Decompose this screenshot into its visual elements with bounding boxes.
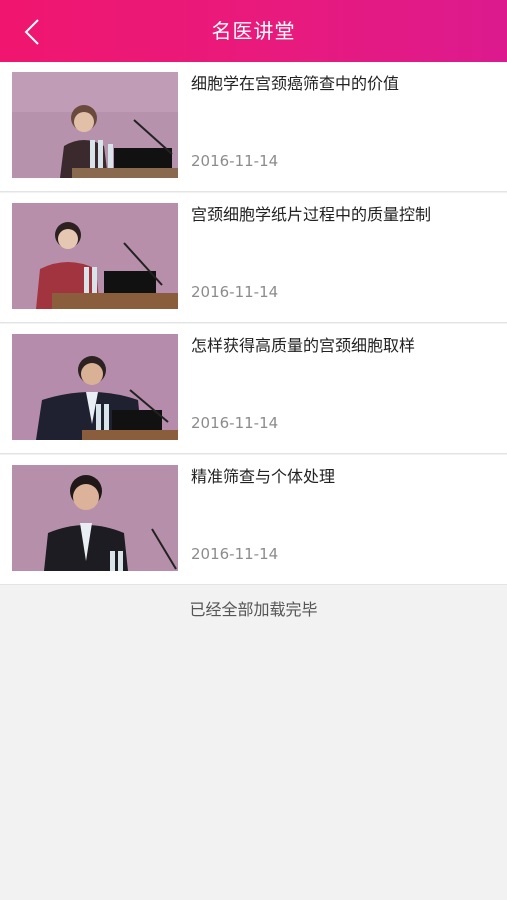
- lecture-item[interactable]: 精准筛查与个体处理 2016-11-14: [0, 455, 507, 585]
- lecture-title: 精准筛查与个体处理: [191, 467, 336, 486]
- lecture-date: 2016-11-14: [191, 545, 279, 563]
- lecture-thumbnail: [12, 465, 178, 571]
- lecture-title: 宫颈细胞学纸片过程中的质量控制: [191, 205, 432, 224]
- lecture-date: 2016-11-14: [191, 152, 279, 170]
- top-nav-bar: 名医讲堂: [0, 0, 507, 62]
- lecture-item[interactable]: 宫颈细胞学纸片过程中的质量控制 2016-11-14: [0, 193, 507, 323]
- lecture-title: 细胞学在宫颈癌筛查中的价值: [191, 74, 400, 93]
- lecture-date: 2016-11-14: [191, 283, 279, 301]
- page-title: 名医讲堂: [211, 19, 296, 43]
- lecture-list: 细胞学在宫颈癌筛查中的价值 2016-11-14 宫颈细胞学纸片过程中的质量控制…: [0, 62, 507, 585]
- lecture-date: 2016-11-14: [191, 414, 279, 432]
- lecture-item[interactable]: 细胞学在宫颈癌筛查中的价值 2016-11-14: [0, 62, 507, 192]
- lecture-title: 怎样获得高质量的宫颈细胞取样: [191, 336, 416, 355]
- lecture-thumbnail: [12, 334, 178, 440]
- lecture-thumbnail: [12, 203, 178, 309]
- load-complete-text: 已经全部加载完毕: [189, 600, 318, 619]
- lecture-thumbnail: [12, 72, 178, 178]
- lecture-item[interactable]: 怎样获得高质量的宫颈细胞取样 2016-11-14: [0, 324, 507, 454]
